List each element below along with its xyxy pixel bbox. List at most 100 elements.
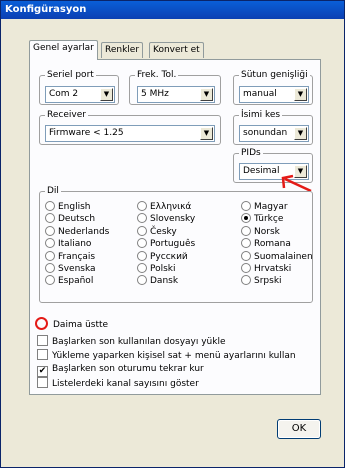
language-radio-label: Português: [150, 239, 196, 250]
language-radio[interactable]: Norsk: [241, 225, 280, 238]
annotation-circle-icon: [35, 317, 48, 330]
receiver-combo[interactable]: Firmware < 1.25 ▼: [45, 125, 215, 142]
language-radio[interactable]: Español: [45, 275, 93, 287]
pids-value: Desimal: [243, 166, 280, 176]
checkmark-icon[interactable]: ✔: [37, 366, 48, 377]
radio-icon[interactable]: [137, 250, 147, 261]
language-radio[interactable]: Suomalainen: [241, 250, 313, 263]
tab-colors[interactable]: Renkler: [101, 42, 144, 58]
radio-icon[interactable]: [241, 275, 251, 286]
language-radio[interactable]: Slovensky: [137, 213, 195, 225]
language-radio-label: Česky: [150, 226, 177, 237]
tab-convert[interactable]: Konvert et: [149, 42, 204, 58]
language-radio[interactable]: Nederlands: [45, 225, 110, 238]
chevron-down-icon[interactable]: ▼: [294, 127, 307, 140]
language-radio-label: Français: [58, 251, 96, 262]
annotation-arrow-icon: [281, 174, 312, 193]
language-radio-label: Magyar: [254, 202, 288, 212]
tab-general-settings[interactable]: Genel ayarlar: [29, 40, 98, 60]
ok-button[interactable]: OK: [277, 419, 321, 439]
language-radio[interactable]: Türkçe: [241, 213, 283, 225]
radio-icon[interactable]: [45, 225, 55, 236]
option-checkbox[interactable]: Daima üstte: [53, 319, 108, 332]
option-checkbox[interactable]: Başlarken son kullanılan dosyayı yükle: [37, 335, 226, 348]
receiver-value: Firmware < 1.25: [49, 128, 124, 138]
radio-icon[interactable]: [241, 250, 251, 261]
language-radio[interactable]: Русский: [137, 250, 188, 263]
language-radio[interactable]: Polski: [137, 263, 176, 275]
option-label: Yükleme yaparken kişisel sat + menü ayar…: [52, 351, 296, 361]
radio-icon[interactable]: [45, 263, 55, 273]
language-radio[interactable]: Dansk: [137, 275, 178, 287]
serial-port-value: Com 2: [49, 89, 79, 99]
option-checkbox[interactable]: Listelerdeki kanal sayısını göster: [37, 377, 199, 390]
column-width-value: manual: [243, 89, 277, 99]
language-radio-label: Slovensky: [150, 214, 196, 225]
radio-icon[interactable]: [241, 201, 251, 211]
column-width-combo[interactable]: manual ▼: [239, 86, 309, 103]
language-radio[interactable]: Ελληνικά: [137, 201, 191, 213]
option-label: Listelerdeki kanal sayısını göster: [52, 379, 199, 389]
checkbox-icon[interactable]: [37, 335, 48, 346]
receiver-label: Receiver: [45, 110, 88, 120]
name-cut-combo[interactable]: sonundan ▼: [239, 125, 309, 142]
column-width-label: Sütun genişliği: [239, 70, 310, 80]
option-label: Başlarken son kullanılan dosyayı yükle: [52, 337, 226, 347]
language-radio-label: Русский: [150, 251, 188, 262]
language-radio[interactable]: Português: [137, 238, 195, 250]
chevron-down-icon[interactable]: ▼: [294, 88, 307, 101]
language-radio[interactable]: Hrvatski: [241, 263, 291, 275]
language-radio-label: Deutsch: [58, 214, 96, 225]
freq-tol-label: Frek. Tol.: [135, 70, 179, 80]
radio-icon[interactable]: [241, 225, 251, 236]
radio-icon[interactable]: [45, 275, 55, 286]
language-radio[interactable]: Srpski: [241, 275, 282, 287]
language-radio-label: Norsk: [254, 226, 280, 237]
radio-icon[interactable]: [137, 263, 147, 273]
radio-icon[interactable]: [137, 238, 147, 249]
option-label: Başlarken son oturumu tekrar kur: [52, 364, 204, 374]
option-checkbox[interactable]: Yükleme yaparken kişisel sat + menü ayar…: [37, 349, 296, 362]
radio-icon[interactable]: [137, 201, 147, 211]
language-radio-label: Srpski: [254, 276, 282, 287]
serial-port-combo[interactable]: Com 2 ▼: [45, 86, 115, 103]
option-label: Daima üstte: [53, 320, 109, 330]
chevron-down-icon[interactable]: ▼: [100, 88, 113, 101]
radio-icon[interactable]: [241, 213, 251, 224]
language-radio[interactable]: Svenska: [45, 263, 96, 275]
radio-icon[interactable]: [45, 201, 55, 211]
option-checkbox[interactable]: ✔ Başlarken son oturumu tekrar kur: [37, 363, 204, 377]
language-radio[interactable]: Romana: [241, 238, 291, 250]
language-radio-label: Español: [58, 276, 94, 287]
radio-icon[interactable]: [137, 275, 147, 286]
chevron-down-icon[interactable]: ▼: [200, 88, 213, 101]
radio-icon[interactable]: [241, 263, 251, 273]
language-radio[interactable]: Magyar: [241, 201, 288, 213]
pids-label: PIDs: [239, 148, 263, 158]
language-radio[interactable]: Deutsch: [45, 213, 95, 225]
language-radio[interactable]: Italiano: [45, 238, 91, 250]
language-radio[interactable]: Česky: [137, 225, 177, 238]
radio-icon[interactable]: [137, 225, 147, 236]
radio-icon[interactable]: [45, 238, 55, 249]
language-radio-label: Türkçe: [254, 214, 284, 225]
checkbox-icon[interactable]: [37, 349, 48, 360]
radio-icon[interactable]: [45, 213, 55, 224]
radio-icon[interactable]: [137, 213, 147, 224]
radio-icon[interactable]: [45, 250, 55, 261]
language-radio-label: Hrvatski: [254, 264, 292, 274]
radio-icon[interactable]: [241, 238, 251, 249]
freq-tol-combo[interactable]: 5 MHz ▼: [137, 86, 215, 103]
language-radio-label: Nederlands: [58, 226, 110, 237]
language-radio-label: Romana: [254, 239, 291, 250]
name-cut-label: İsimi kes: [239, 110, 283, 120]
language-radio-label: Dansk: [150, 276, 179, 287]
language-radio[interactable]: English: [45, 201, 91, 213]
chevron-down-icon[interactable]: ▼: [200, 127, 213, 140]
window-title: Konfigürasyon: [1, 1, 344, 19]
language-radio-label: Polski: [150, 264, 176, 274]
language-radio-label: English: [58, 202, 91, 212]
configuration-window: Konfigürasyon Genel ayarlar Renkler Konv…: [0, 0, 345, 468]
checkbox-icon[interactable]: [37, 377, 48, 388]
language-radio[interactable]: Français: [45, 250, 96, 263]
